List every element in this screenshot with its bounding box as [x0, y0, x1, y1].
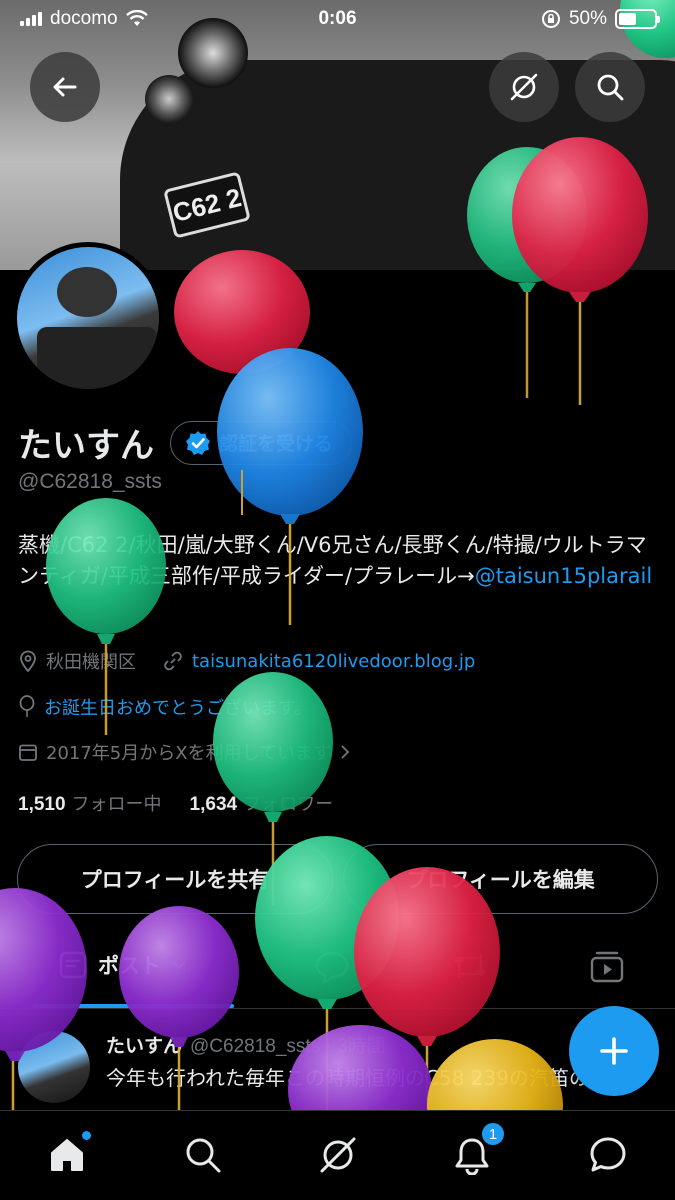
followers-link[interactable]: 1,634 フォロワー	[190, 790, 334, 816]
joined-row[interactable]: 2017年5月からXを利用しています	[18, 739, 351, 765]
following-link[interactable]: 1,510 フォロー中	[18, 790, 162, 816]
followers-count: 1,634	[189, 794, 238, 815]
verified-badge-icon	[186, 430, 210, 455]
tab-media[interactable]	[589, 950, 625, 984]
profile-avatar[interactable]	[12, 242, 164, 394]
user-handle: @C62818_ssts	[18, 470, 162, 493]
orientation-lock-icon	[541, 10, 560, 28]
avatar-smoke	[57, 267, 117, 317]
posts-tab-icon	[59, 951, 87, 979]
search-button[interactable]	[575, 52, 645, 122]
status-bar: docomo 0:06 50%	[0, 0, 675, 40]
chevron-down-icon	[172, 961, 186, 970]
tab-replies[interactable]	[314, 950, 350, 984]
battery-icon	[615, 9, 660, 29]
post-author-name: たいすん	[106, 1035, 183, 1057]
profile-bio: 蒸機/C62 2/秋田/嵐/大野くん/V6兄さん/長野くん/特撮/ウルトラマンテ…	[18, 530, 658, 592]
calendar-icon	[19, 744, 37, 761]
battery-fill	[619, 13, 636, 25]
location-pin-icon	[20, 650, 36, 672]
nav-home[interactable]	[45, 1131, 91, 1177]
plus-icon	[600, 1037, 628, 1065]
followers-label: フォロワー	[243, 794, 334, 815]
tab-posts-label: ポスト	[98, 954, 161, 978]
balloon-icon	[19, 695, 35, 717]
profile-meta-row: 秋田機関区 taisunakita6120livedoor.blog.jp	[18, 648, 475, 674]
tab-reposts[interactable]	[451, 950, 489, 982]
tab-posts[interactable]: ポスト	[58, 950, 187, 980]
repost-icon	[453, 954, 487, 978]
profile-tabs: ポスト	[0, 934, 675, 1006]
following-count: 1,510	[18, 794, 66, 815]
birthday-text: お誕生日おめでとうございます。	[44, 698, 313, 719]
joined-text: 2017年5月からXを利用しています	[46, 743, 332, 764]
edit-profile-button[interactable]: プロフィールを編集	[343, 844, 658, 914]
get-verified-button[interactable]: 認証を受ける	[170, 420, 353, 465]
display-name: たいすん	[18, 426, 154, 466]
tab-divider	[0, 1008, 675, 1009]
grok-icon	[510, 73, 538, 101]
home-icon	[51, 1139, 83, 1171]
grok-icon	[320, 1137, 356, 1173]
birthday-row: お誕生日おめでとうございます。	[18, 694, 312, 720]
nav-grok[interactable]	[316, 1133, 360, 1177]
bio-mention-link[interactable]: @taisun15plarail	[475, 564, 652, 588]
notification-badge: 1	[480, 1121, 506, 1147]
search-icon	[597, 74, 624, 101]
reply-bubble-icon	[315, 951, 349, 984]
post-avatar[interactable]	[18, 1031, 90, 1103]
chevron-right-icon	[341, 745, 350, 759]
arrow-left-icon	[53, 77, 77, 97]
edit-profile-label: プロフィールを編集	[406, 868, 595, 892]
nav-explore[interactable]	[181, 1133, 225, 1177]
location-text: 秋田機関区	[46, 652, 136, 673]
follow-stats: 1,510 フォロー中 1,634 フォロワー	[18, 790, 333, 816]
share-profile-label: プロフィールを共有	[80, 868, 270, 892]
link-icon	[164, 651, 182, 671]
name-row: たいすん 認証を受ける	[18, 418, 353, 467]
profile-banner[interactable]: C62 2	[0, 0, 675, 270]
get-verified-label: 認証を受ける	[219, 433, 334, 455]
avatar-locomotive	[37, 327, 157, 389]
chat-bubble-icon	[590, 1137, 626, 1172]
home-unread-dot	[82, 1131, 91, 1140]
search-icon	[186, 1138, 221, 1173]
compose-post-button[interactable]	[569, 1006, 659, 1096]
following-label: フォロー中	[71, 794, 162, 815]
battery-percent: 50%	[568, 8, 607, 29]
grok-button[interactable]	[489, 52, 559, 122]
bottom-navigation: 1	[0, 1110, 675, 1200]
post-header: たいすん @C62818_ssts · 3時間	[106, 1031, 386, 1058]
status-right: 50%	[541, 8, 660, 30]
media-tab-icon	[590, 951, 624, 983]
website-link[interactable]: taisunakita6120livedoor.blog.jp	[192, 651, 475, 672]
banner-headlamp-small	[145, 75, 193, 123]
back-button[interactable]	[30, 52, 100, 122]
post-meta: @C62818_ssts · 3時間	[190, 1036, 386, 1057]
share-profile-button[interactable]: プロフィールを共有	[17, 844, 333, 914]
nav-messages[interactable]	[586, 1133, 630, 1177]
nav-notifications[interactable]: 1	[450, 1121, 506, 1177]
